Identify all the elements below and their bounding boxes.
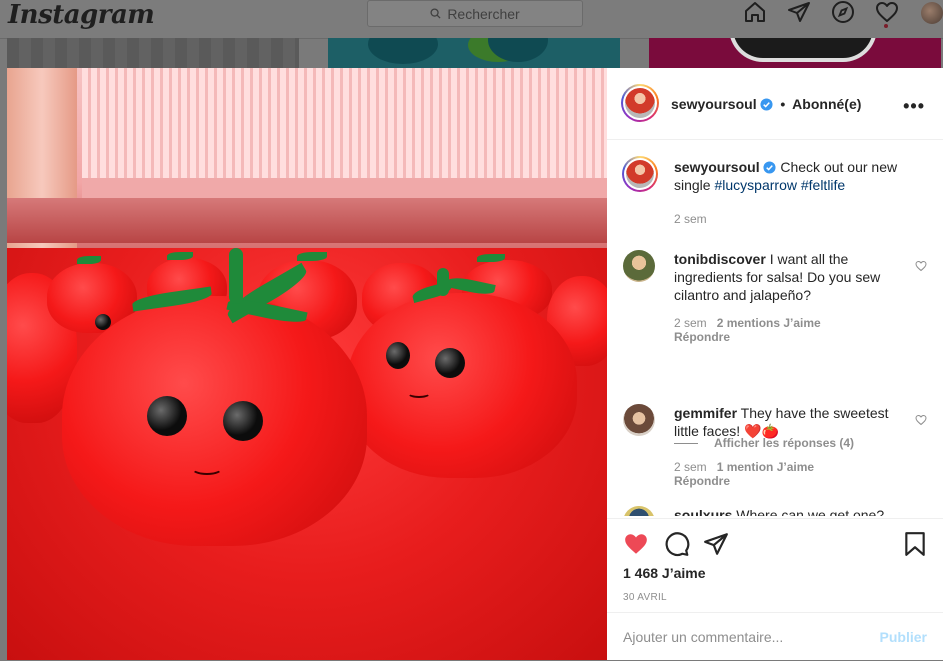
likes-count[interactable]: 1 468 J’aime — [623, 565, 706, 581]
hashtag-link[interactable]: #lucysparrow — [714, 177, 796, 193]
photo-radiator-base — [82, 178, 607, 200]
comment-time[interactable]: 2 sem — [674, 460, 707, 474]
caption-body: sewyoursoul Check out our new single #lu… — [674, 158, 904, 194]
tomato-eye — [147, 396, 187, 436]
comment-item: tonibdiscover I want all the ingredients… — [623, 250, 927, 400]
post-photo[interactable] — [7, 68, 607, 660]
separator-dot: • — [780, 96, 786, 112]
comment-body: soulxurs Where can we get one? — [674, 506, 904, 516]
home-icon[interactable] — [743, 0, 767, 24]
tomato-stem — [437, 268, 449, 296]
verified-badge-icon — [760, 98, 774, 111]
search-placeholder: Rechercher — [447, 5, 520, 22]
caption-avatar[interactable] — [622, 156, 658, 192]
comment-meta: 2 sem 2 mentions J’aime — [674, 316, 821, 330]
comment-username[interactable]: gemmifer — [674, 405, 737, 421]
author-avatar[interactable] — [621, 84, 659, 122]
caption-username[interactable]: sewyoursoul — [674, 159, 760, 175]
commenter-avatar[interactable] — [623, 506, 655, 516]
post-header: sewyoursoul • Abonné(e) ••• — [607, 68, 943, 140]
thumbnail-shape — [729, 38, 877, 62]
comments-list: sewyoursoul Check out our new single #lu… — [607, 140, 943, 516]
caption-time[interactable]: 2 sem — [674, 212, 707, 226]
felt-tomato-right — [347, 293, 577, 478]
tomato-smile — [191, 461, 223, 475]
photo-radiator — [82, 68, 607, 188]
grid-thumbnail — [328, 38, 620, 68]
notification-dot — [884, 24, 888, 28]
add-comment-bar: Publier — [607, 612, 943, 661]
comment-body: tonibdiscover I want all the ingredients… — [674, 250, 904, 304]
comment-like-heart-icon[interactable] — [915, 260, 927, 272]
profile-avatar[interactable] — [921, 2, 943, 24]
post-side-panel: sewyoursoul • Abonné(e) ••• sewyoursoul … — [607, 68, 943, 660]
felt-tomato-main — [62, 296, 367, 546]
tomato-eye — [386, 342, 410, 369]
reply-button[interactable]: Répondre — [674, 330, 730, 344]
comment-text: Where can we get one? — [736, 507, 885, 516]
direct-icon[interactable] — [787, 0, 811, 24]
comment-body: gemmifer They have the sweetest little f… — [674, 404, 904, 440]
tomato-smile — [407, 388, 431, 398]
comment-likes[interactable]: 1 mention J’aime — [717, 460, 814, 474]
tomato-leaf — [77, 256, 101, 264]
author-username[interactable]: sewyoursoul — [671, 96, 757, 112]
tomato-eye — [223, 401, 263, 441]
comment-like-heart-icon[interactable] — [915, 414, 927, 426]
verified-badge-icon — [763, 161, 777, 174]
tomato-eye — [435, 348, 465, 378]
comment-icon[interactable] — [664, 531, 690, 562]
comment-input[interactable] — [623, 627, 863, 647]
explore-icon[interactable] — [831, 0, 855, 24]
grid-thumbnail — [7, 38, 299, 68]
commenter-avatar[interactable] — [623, 404, 655, 436]
comment-username[interactable]: tonibdiscover — [674, 251, 766, 267]
comment-item: soulxurs Where can we get one? — [623, 506, 927, 516]
post-date[interactable]: 30 avril — [623, 592, 667, 603]
tomato-leaf — [477, 254, 505, 262]
commenter-avatar[interactable] — [623, 250, 655, 282]
bookmark-icon[interactable] — [903, 531, 927, 562]
search-box[interactable]: Rechercher — [367, 0, 583, 27]
like-heart-icon[interactable] — [623, 531, 649, 562]
comment-username[interactable]: soulxurs — [674, 507, 732, 516]
comment-item: gemmifer They have the sweetest little f… — [623, 404, 927, 514]
search-icon — [430, 8, 441, 19]
tomato-stem — [229, 248, 243, 304]
instagram-logo[interactable]: Instagram — [8, 0, 155, 30]
activity-heart-icon[interactable] — [875, 0, 899, 24]
grid-thumbnail — [649, 38, 941, 68]
more-options-icon[interactable]: ••• — [903, 96, 925, 117]
photo-ledge — [7, 198, 607, 243]
comment-meta: 2 sem 1 mention J’aime — [674, 460, 814, 474]
reply-button[interactable]: Répondre — [674, 474, 730, 488]
post-header-text: sewyoursoul • Abonné(e) — [671, 96, 861, 112]
comment-likes[interactable]: 2 mentions J’aime — [717, 316, 821, 330]
thumbnail-shape — [368, 38, 438, 64]
top-nav: Instagram Rechercher — [0, 0, 943, 39]
post-actions: 1 468 J’aime 30 avril — [607, 518, 943, 613]
publish-button[interactable]: Publier — [880, 629, 927, 645]
tomato-leaf — [297, 252, 327, 261]
tomato-leaf — [167, 252, 193, 260]
share-icon[interactable] — [703, 531, 729, 562]
follow-status-button[interactable]: Abonné(e) — [792, 96, 861, 112]
comment-time[interactable]: 2 sem — [674, 316, 707, 330]
hashtag-link[interactable]: #feltlife — [801, 177, 845, 193]
caption: sewyoursoul Check out our new single #lu… — [622, 156, 927, 228]
